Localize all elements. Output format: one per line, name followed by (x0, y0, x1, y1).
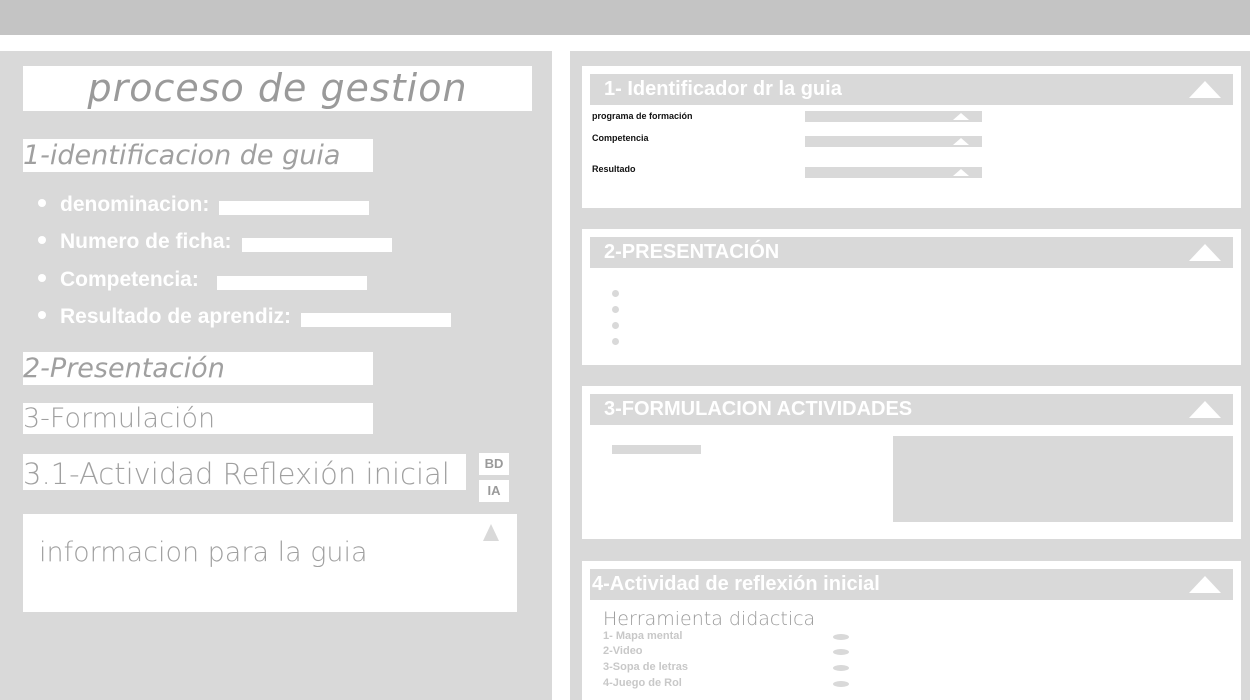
list-item: Competencia: (38, 268, 367, 292)
tool-option[interactable]: 3-Sopa de letras (603, 660, 853, 675)
card-title: 2-PRESENTACIÓN (604, 241, 780, 263)
radio-button[interactable] (833, 634, 849, 640)
activity-item[interactable] (612, 445, 701, 454)
tool-option[interactable]: 4-Juego de Rol (603, 676, 853, 691)
competencia-input[interactable] (216, 276, 367, 291)
card-title: 3-FORMULACION ACTIVIDADES (604, 398, 913, 420)
resultado-aprendiz-input[interactable] (301, 313, 452, 328)
radio-button[interactable] (833, 649, 849, 655)
bullet-icon (38, 199, 46, 208)
denominacion-input[interactable] (219, 201, 370, 216)
tool-label: 4-Juego de Rol (603, 677, 682, 689)
bullet-icon (612, 290, 619, 297)
identificador-card: 1- Identificador dr la guia programa de … (582, 66, 1241, 208)
collapse-icon[interactable] (1189, 576, 1221, 593)
dropdown-icon (953, 138, 969, 145)
bd-button[interactable]: BD (479, 453, 509, 475)
field-label: Numero de ficha: (60, 230, 232, 253)
bullet-icon (612, 338, 619, 345)
formulacion-card: 3-FORMULACION ACTIVIDADES (582, 386, 1241, 539)
tool-label: 2-Video (603, 645, 643, 657)
card-title: 1- Identificador dr la guia (604, 78, 842, 100)
radio-button[interactable] (833, 681, 849, 687)
programa-label: programa de formación (592, 111, 693, 121)
identificador-header[interactable]: 1- Identificador dr la guia (590, 74, 1233, 105)
presentacion-card: 2-PRESENTACIÓN (582, 229, 1241, 365)
bullet-icon (38, 274, 46, 283)
info-text: informacion para la guia (39, 537, 368, 568)
bullet-icon (38, 311, 46, 320)
numero-ficha-input[interactable] (241, 238, 392, 253)
dropdown-icon (953, 169, 969, 176)
list-item: denominacion: (38, 193, 370, 217)
card-title: 4-Actividad de reflexión inicial (592, 573, 880, 595)
bullet-icon (38, 236, 46, 245)
dropdown-icon (953, 113, 969, 120)
list-item: Resultado de aprendiz: (38, 305, 452, 329)
ia-button[interactable]: IA (479, 480, 509, 502)
section-formulacion[interactable]: 3-Formulación (23, 403, 373, 434)
competencia-label: Competencia (592, 133, 649, 143)
section-presentacion[interactable]: 2-Presentación (23, 352, 373, 385)
reflexion-card: 4-Actividad de reflexión inicial Herrami… (582, 561, 1241, 700)
resultado-label: Resultado (592, 164, 636, 174)
resultado-select[interactable] (805, 167, 982, 178)
guide-outline-panel: proceso de gestion 1-identificacion de g… (0, 51, 552, 700)
presentacion-header[interactable]: 2-PRESENTACIÓN (590, 237, 1233, 268)
scroll-up-icon[interactable] (483, 524, 499, 541)
guide-form-panel: 1- Identificador dr la guia programa de … (570, 51, 1250, 700)
collapse-icon[interactable] (1189, 401, 1221, 418)
field-label: denominacion: (60, 193, 210, 216)
bullet-icon (612, 322, 619, 329)
list-item: Numero de ficha: (38, 230, 392, 254)
tool-option[interactable]: 2-Video (603, 644, 853, 659)
programa-select[interactable] (805, 111, 982, 122)
tool-label: 3-Sopa de letras (603, 661, 688, 673)
process-title: proceso de gestion (23, 66, 532, 111)
reflexion-header[interactable]: 4-Actividad de reflexión inicial (590, 569, 1233, 600)
tools-title: Herramienta didactica (603, 608, 816, 630)
competencia-select[interactable] (805, 136, 982, 147)
bullet-icon (612, 306, 619, 313)
collapse-icon[interactable] (1189, 81, 1221, 98)
tool-option[interactable]: 1- Mapa mental (603, 629, 853, 644)
section-identificacion[interactable]: 1-identificacion de guia (23, 139, 373, 172)
field-label: Resultado de aprendiz: (60, 305, 292, 328)
top-bar (0, 0, 1250, 35)
guide-info-textarea[interactable]: informacion para la guia (23, 514, 517, 612)
field-label: Competencia: (60, 268, 199, 291)
activity-textarea[interactable] (893, 436, 1233, 522)
section-actividad-reflexion[interactable]: 3.1-Actividad Reflexión inicial (23, 454, 466, 490)
radio-button[interactable] (833, 665, 849, 671)
formulacion-header[interactable]: 3-FORMULACION ACTIVIDADES (590, 394, 1233, 425)
tool-label: 1- Mapa mental (603, 630, 683, 642)
collapse-icon[interactable] (1189, 244, 1221, 261)
